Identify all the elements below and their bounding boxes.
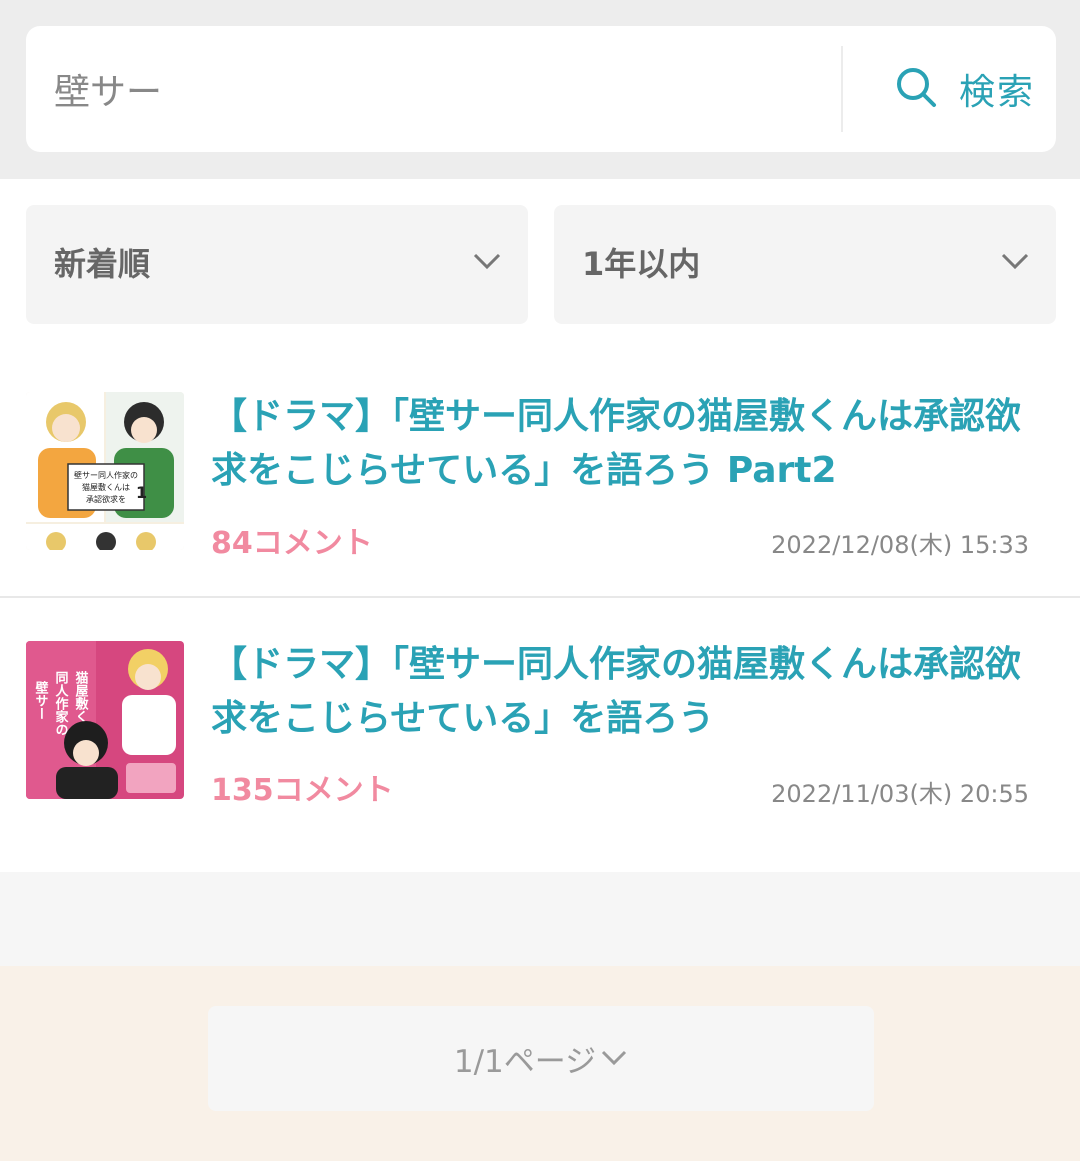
search-box: 検索: [26, 26, 1056, 152]
comment-count: 135コメント: [211, 773, 394, 808]
comment-count: 84コメント: [211, 526, 373, 561]
chevron-down-icon: [1000, 251, 1030, 275]
search-divider: [841, 46, 843, 132]
search-area: 検索: [0, 0, 1080, 179]
period-select[interactable]: 1年以内: [554, 205, 1056, 324]
svg-text:同人作家の: 同人作家の: [53, 671, 69, 736]
svg-text:1: 1: [136, 483, 147, 502]
svg-text:壁サー: 壁サー: [33, 680, 49, 720]
chevron-down-icon: [600, 1047, 628, 1071]
post-date: 2022/12/08(木) 15:33: [771, 531, 1029, 559]
chevron-down-icon: [472, 251, 502, 275]
thumbnail-image[interactable]: 壁サー同人作家の 猫屋敷くんは 承認欲求を 1: [26, 392, 184, 550]
footer: 1/1ページ: [0, 966, 1080, 1161]
period-select-label: 1年以内: [582, 245, 701, 283]
svg-text:壁サー同人作家の: 壁サー同人作家の: [74, 470, 138, 480]
list-item[interactable]: 壁サー 同人作家の 猫屋敷くんは 【ドラマ】「壁サー同人作家の猫屋敷くんは承認欲…: [0, 600, 1080, 870]
svg-text:猫屋敷くんは: 猫屋敷くんは: [82, 482, 130, 492]
filter-bar: 新着順 1年以内: [26, 205, 1056, 324]
section-spacer: [0, 872, 1080, 966]
thumbnail-image[interactable]: 壁サー 同人作家の 猫屋敷くんは: [26, 641, 184, 799]
search-input[interactable]: [54, 26, 834, 152]
page-select[interactable]: 1/1ページ: [208, 1006, 874, 1111]
thread-title-link[interactable]: 【ドラマ】「壁サー同人作家の猫屋敷くんは承認欲求をこじらせている」を語ろう Pa…: [211, 390, 1041, 498]
search-button[interactable]: 検索: [874, 26, 1056, 152]
sort-select[interactable]: 新着順: [26, 205, 528, 324]
search-button-label: 検索: [958, 72, 1035, 113]
page-select-label: 1/1ページ: [453, 1044, 597, 1080]
post-date: 2022/11/03(木) 20:55: [771, 780, 1029, 808]
sort-select-label: 新着順: [54, 245, 151, 283]
search-icon: [895, 66, 937, 112]
svg-text:承認欲求を: 承認欲求を: [86, 494, 126, 504]
thread-title-link[interactable]: 【ドラマ】「壁サー同人作家の猫屋敷くんは承認欲求をこじらせている」を語ろう: [211, 638, 1041, 746]
list-item[interactable]: 壁サー同人作家の 猫屋敷くんは 承認欲求を 1 【ドラマ】「壁サー同人作家の猫屋…: [0, 350, 1080, 598]
